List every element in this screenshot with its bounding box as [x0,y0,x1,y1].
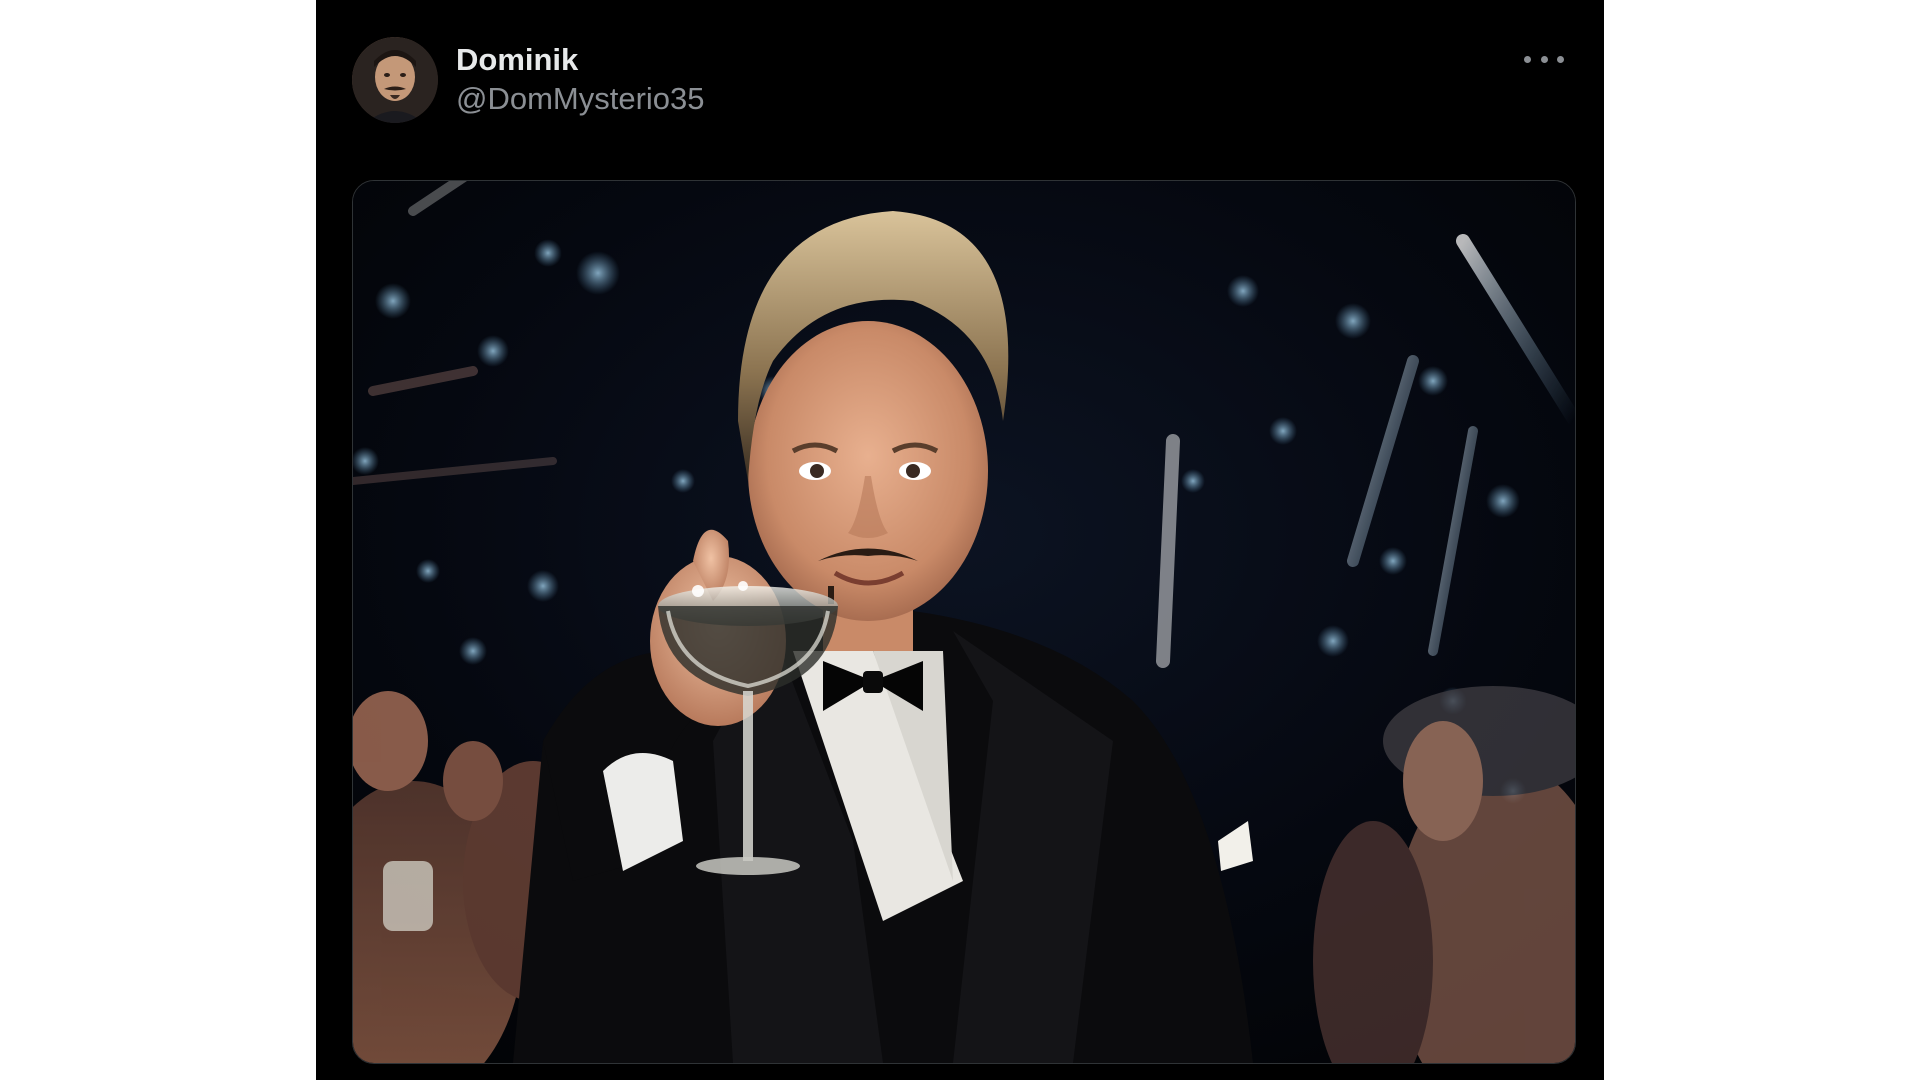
profile-avatar-icon [352,37,438,123]
more-button[interactable] [1524,44,1564,74]
author-names: Dominik @DomMysterio35 [456,41,705,119]
toast-photo [353,181,1575,1063]
author-handle[interactable]: @DomMysterio35 [456,79,705,119]
more-dot [1524,55,1531,63]
post-media-image[interactable] [352,180,1576,1064]
avatar[interactable] [352,37,438,123]
more-dot [1557,55,1564,63]
more-dot [1540,55,1548,63]
post-card: Dominik @DomMysterio35 [316,0,1604,1080]
post-header: Dominik @DomMysterio35 [352,36,705,124]
author-display-name[interactable]: Dominik [456,41,705,79]
